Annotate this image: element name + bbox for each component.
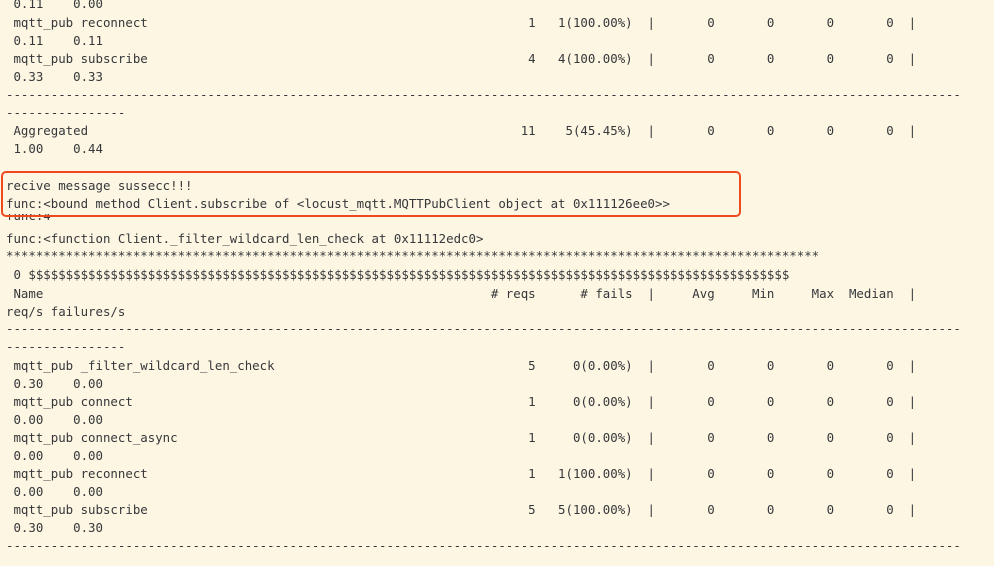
terminal-line: 0.11 0.00 <box>6 0 103 11</box>
terminal-line: 1.00 0.44 <box>6 141 103 156</box>
terminal-line: mqtt_pub reconnect 1 1(100.00%) | 0 0 0 … <box>6 15 917 30</box>
table-row: 0.00 0.00 <box>6 448 103 463</box>
terminal-line: mqtt_pub subscribe 4 4(100.00%) | 0 0 0 … <box>6 51 917 66</box>
terminal-line: func:<function Client._filter_wildcard_l… <box>6 231 484 246</box>
table-row: 0.30 0.30 <box>6 520 103 535</box>
terminal-line: Aggregated 11 5(45.45%) | 0 0 0 0 | <box>6 123 917 138</box>
separator-line: ****************************************… <box>6 248 820 263</box>
table-row: 0.00 0.00 <box>6 412 103 427</box>
table-row: 0.00 0.00 <box>6 484 103 499</box>
separator-line: ---------------- <box>6 105 126 120</box>
terminal-line: 0 $$$$$$$$$$$$$$$$$$$$$$$$$$$$$$$$$$$$$$… <box>6 267 790 282</box>
separator-line: ----------------------------------------… <box>6 321 961 336</box>
terminal-line: 0.33 0.33 <box>6 69 103 84</box>
separator-line: ----------------------------------------… <box>6 538 961 553</box>
table-row: mqtt_pub _filter_wildcard_len_check 5 0(… <box>6 358 917 373</box>
highlighted-line: func:<bound method Client.subscribe of <… <box>6 196 670 211</box>
table-row: mqtt_pub subscribe 5 5(100.00%) | 0 0 0 … <box>6 502 917 517</box>
terminal-output: 0.11 0.00 mqtt_pub reconnect 1 1(100.00%… <box>0 0 994 566</box>
highlighted-line: recive message sussecc!!! <box>6 178 193 193</box>
table-row: mqtt_pub reconnect 1 1(100.00%) | 0 0 0 … <box>6 466 917 481</box>
table-header: Name # reqs # fails | Avg Min Max Median… <box>6 286 917 301</box>
table-row: 0.30 0.00 <box>6 376 103 391</box>
table-row: mqtt_pub connect_async 1 0(0.00%) | 0 0 … <box>6 430 917 445</box>
table-row: mqtt_pub connect 1 0(0.00%) | 0 0 0 0 | <box>6 394 917 409</box>
table-header: req/s failures/s <box>6 304 126 319</box>
separator-line: ----------------------------------------… <box>6 87 961 102</box>
separator-line: ---------------- <box>6 339 126 354</box>
terminal-line: 0.11 0.11 <box>6 33 103 48</box>
